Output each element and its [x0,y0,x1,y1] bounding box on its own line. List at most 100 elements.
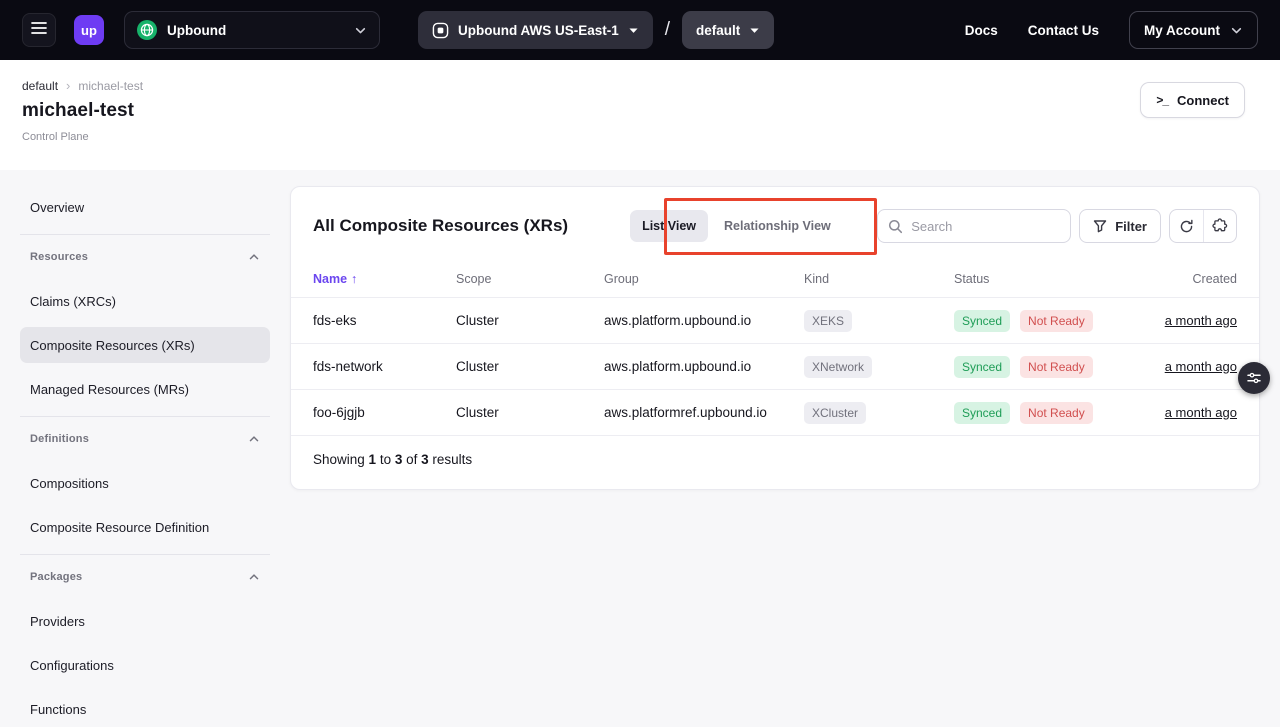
cell-kind: XNetwork [804,356,954,378]
cell-name: foo-6jgjb [313,405,456,420]
not-ready-badge: Not Ready [1020,356,1093,378]
namespace-switcher[interactable]: default [682,11,774,49]
connect-button[interactable]: >_ Connect [1140,82,1245,118]
contact-us-link[interactable]: Contact Us [1028,23,1099,38]
namespace-label: default [696,23,740,38]
created-timestamp-link[interactable]: a month ago [1165,313,1237,328]
search-box [877,209,1071,243]
my-account-button[interactable]: My Account [1129,11,1258,49]
column-header-group: Group [604,272,804,286]
table-row[interactable]: fds-eks Cluster aws.platform.upbound.io … [291,297,1259,343]
cell-scope: Cluster [456,313,604,328]
cell-status: Synced Not Ready [954,310,1159,332]
kind-badge: XCluster [804,402,866,424]
refresh-button[interactable] [1170,210,1203,242]
filter-icon [1093,219,1107,233]
sidebar-section-definitions-title: Definitions [30,433,89,445]
column-header-kind: Kind [804,272,954,286]
view-toggle: List View Relationship View [630,210,843,242]
breadcrumb-parent[interactable]: default [22,79,58,93]
cell-scope: Cluster [456,405,604,420]
page-subtitle: Control Plane [22,131,1258,143]
results-summary: Showing 1 to 3 of 3 results [291,435,1259,489]
synced-badge: Synced [954,402,1010,424]
list-view-button[interactable]: List View [630,210,708,242]
synced-badge: Synced [954,310,1010,332]
topbar: up Upbound Upbound AWS US-East-1 / defau… [0,0,1280,60]
table-header-row: Name ↑ Scope Group Kind Status Created [291,261,1259,297]
relationship-view-button[interactable]: Relationship View [712,210,843,242]
cell-scope: Cluster [456,359,604,374]
sort-ascending-icon: ↑ [351,272,357,286]
created-timestamp-link[interactable]: a month ago [1165,405,1237,420]
cell-name: fds-network [313,359,456,374]
control-plane-label: Upbound AWS US-East-1 [458,23,619,38]
sidebar-section-packages-title: Packages [30,571,82,583]
created-timestamp-link[interactable]: a month ago [1165,359,1237,374]
control-plane-switcher[interactable]: Upbound AWS US-East-1 [418,11,653,49]
path-separator: / [665,19,670,41]
hamburger-icon [31,21,47,40]
cell-group: aws.platform.upbound.io [604,313,804,328]
table-row[interactable]: fds-network Cluster aws.platform.upbound… [291,343,1259,389]
org-switcher-label: Upbound [167,23,226,38]
puzzle-icon [1212,218,1228,234]
control-plane-icon [432,22,449,39]
sidebar-section-definitions: Definitions Compositions Composite Resou… [20,416,270,545]
filter-button-label: Filter [1115,219,1147,234]
search-icon [888,219,903,234]
sidebar-item-overview[interactable]: Overview [20,189,270,225]
cell-status: Synced Not Ready [954,402,1159,424]
sidebar-section-definitions-header[interactable]: Definitions [20,421,270,457]
cell-group: aws.platformref.upbound.io [604,405,804,420]
refresh-icon [1179,219,1194,234]
sidebar-section-resources-header[interactable]: Resources [20,239,270,275]
column-header-created: Created [1159,272,1237,286]
column-header-status: Status [954,272,1159,286]
breadcrumb-current: michael-test [78,79,143,93]
not-ready-badge: Not Ready [1020,402,1093,424]
floating-widget-button[interactable] [1238,362,1270,394]
kind-badge: XNetwork [804,356,872,378]
not-ready-badge: Not Ready [1020,310,1093,332]
cell-status: Synced Not Ready [954,356,1159,378]
docs-link[interactable]: Docs [965,23,998,38]
breadcrumb: default › michael-test [22,78,1258,93]
sidebar-item-composite-resource-definition[interactable]: Composite Resource Definition [20,509,270,545]
sidebar-item-configurations[interactable]: Configurations [20,647,270,683]
sidebar-item-composite-resources[interactable]: Composite Resources (XRs) [20,327,270,363]
cell-kind: XCluster [804,402,954,424]
filter-button[interactable]: Filter [1079,209,1161,243]
globe-icon [137,20,157,40]
sliders-icon [1246,370,1262,386]
cell-name: fds-eks [313,313,456,328]
hamburger-menu-button[interactable] [22,13,56,47]
org-switcher-dropdown[interactable]: Upbound [124,11,380,49]
column-header-name[interactable]: Name ↑ [313,272,456,286]
my-account-label: My Account [1144,23,1220,38]
chevron-down-icon [354,24,367,37]
sidebar-item-providers[interactable]: Providers [20,603,270,639]
sidebar-section-packages-header[interactable]: Packages [20,559,270,595]
upbound-logo[interactable]: up [74,15,104,45]
table-actions [1169,209,1237,243]
table-row[interactable]: foo-6jgjb Cluster aws.platformref.upboun… [291,389,1259,435]
chevron-up-icon [248,433,260,445]
synced-badge: Synced [954,356,1010,378]
sidebar-item-managed-resources[interactable]: Managed Resources (MRs) [20,371,270,407]
sidebar: Overview Resources Claims (XRCs) Composi… [20,186,270,727]
terminal-icon: >_ [1156,93,1168,107]
extensions-button[interactable] [1203,210,1236,242]
chevron-up-icon [248,251,260,263]
composite-resources-card: All Composite Resources (XRs) List View … [290,186,1260,490]
caret-down-icon [628,25,639,36]
sidebar-item-functions[interactable]: Functions [20,691,270,727]
caret-down-icon [749,25,760,36]
sidebar-section-resources: Resources Claims (XRCs) Composite Resour… [20,234,270,407]
search-input[interactable] [911,219,1060,234]
card-title: All Composite Resources (XRs) [313,216,568,236]
column-header-scope: Scope [456,272,604,286]
chevron-up-icon [248,571,260,583]
sidebar-item-claims[interactable]: Claims (XRCs) [20,283,270,319]
sidebar-item-compositions[interactable]: Compositions [20,465,270,501]
